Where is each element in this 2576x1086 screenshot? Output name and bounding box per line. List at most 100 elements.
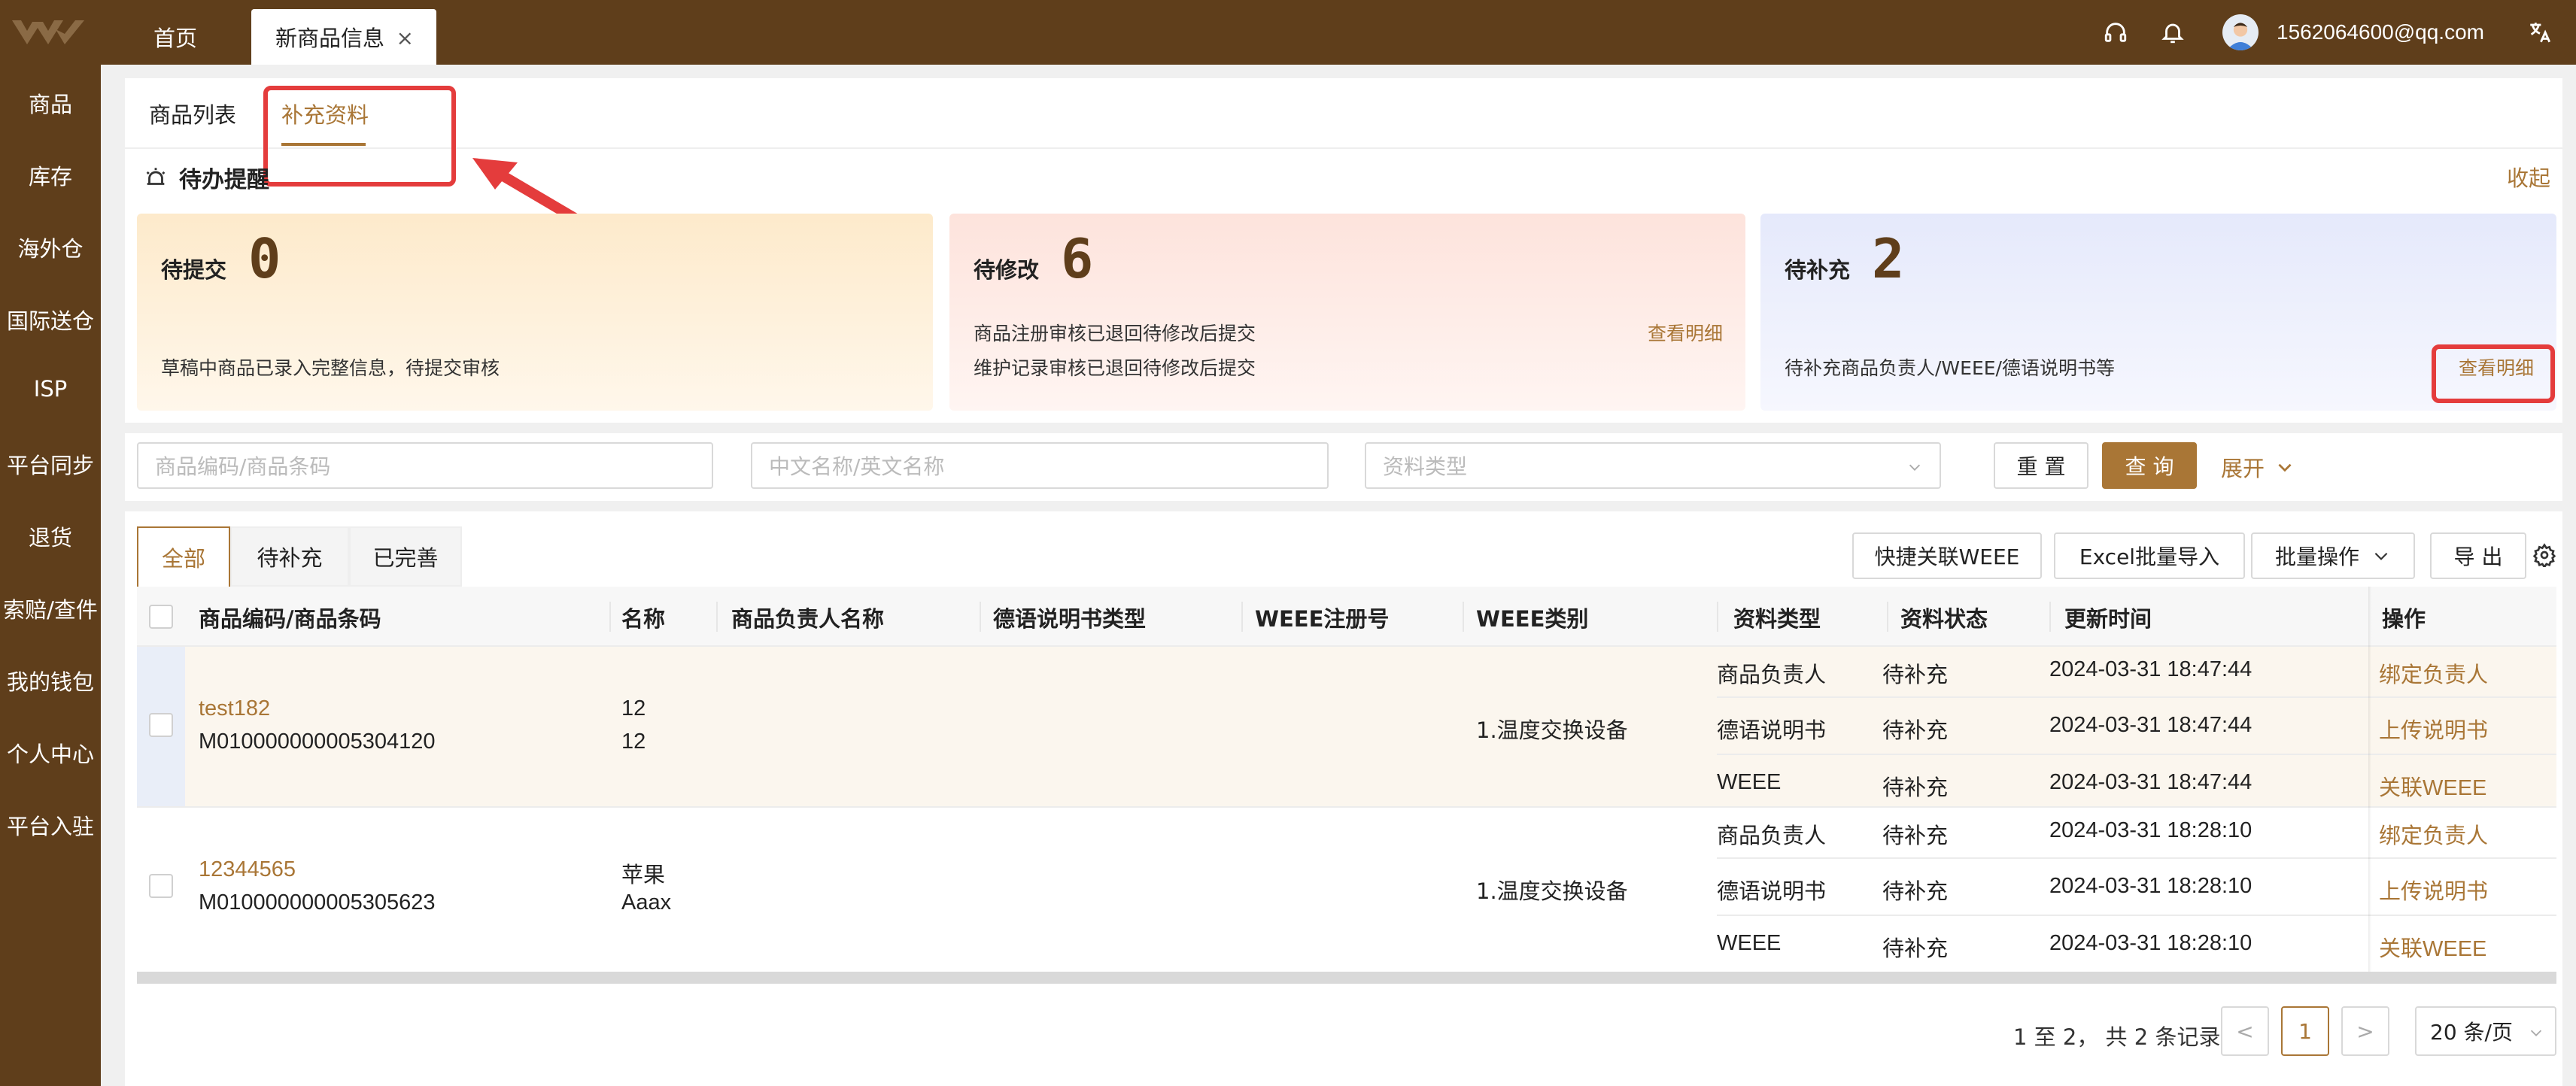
tab-new-product-info[interactable]: 新商品信息 ×: [251, 9, 436, 65]
sidebar-item-platform-sync[interactable]: 平台同步: [0, 448, 101, 480]
collapse-link[interactable]: 收起: [2507, 161, 2550, 193]
row-divider: [137, 645, 2556, 647]
expand-toggle[interactable]: 展开: [2221, 451, 2295, 483]
horizontal-scrollbar[interactable]: [137, 972, 2556, 984]
filter-tab-complete[interactable]: 已完善: [349, 526, 462, 587]
user-email[interactable]: 1562064600@qq.com: [2277, 0, 2484, 65]
pagination-summary: 1 至 2， 共 2 条记录: [2013, 1024, 2221, 1050]
info-status: 待补充: [1882, 717, 1949, 743]
close-icon[interactable]: ×: [396, 26, 414, 50]
tab-home[interactable]: 首页: [153, 9, 197, 65]
product-barcode: M010000000005305623: [199, 890, 436, 915]
quick-link-weee-button[interactable]: 快捷关联WEEE: [1852, 532, 2042, 579]
filter-tab-pending[interactable]: 待补充: [230, 526, 349, 587]
card-count: 2: [1872, 227, 1905, 290]
col-weee-reg: WEEE注册号: [1255, 606, 1390, 632]
tab-label: 新商品信息: [275, 26, 385, 51]
info-status: 待补充: [1882, 823, 1949, 848]
section-gap: [125, 423, 2562, 433]
col-divider: [2049, 602, 2051, 632]
product-code-link[interactable]: 12344565: [199, 857, 296, 882]
sidebar-item-inventory[interactable]: 库存: [0, 159, 101, 191]
bell-icon[interactable]: [2158, 0, 2188, 65]
sidebar-item-platform-onboarding[interactable]: 平台入驻: [0, 809, 101, 841]
info-status: 待补充: [1882, 775, 1949, 800]
logo[interactable]: [0, 0, 101, 65]
placeholder: 中文名称/英文名称: [769, 454, 945, 479]
highlight-box-view-details: [2432, 344, 2555, 403]
sidebar-item-returns[interactable]: 退货: [0, 520, 101, 552]
product-code-link[interactable]: test182: [199, 696, 270, 721]
product-name-cn: 12: [621, 696, 646, 720]
tab-home-label: 首页: [153, 26, 198, 51]
select-all-checkbox[interactable]: [149, 605, 173, 629]
row-checkbox[interactable]: [149, 713, 173, 737]
page-size-select[interactable]: 20 条/页: [2415, 1006, 2556, 1056]
translate-icon[interactable]: [2525, 0, 2555, 65]
product-name-en: Aaax: [621, 890, 672, 915]
product-code-input[interactable]: 商品编码/商品条码: [137, 442, 713, 489]
filter-tab-all[interactable]: 全部: [137, 526, 230, 587]
card-count: 0: [248, 227, 281, 290]
col-update-time: 更新时间: [2064, 606, 2152, 632]
sub-row-divider: [1717, 696, 2556, 698]
info-type-select[interactable]: 资料类型: [1365, 442, 1941, 489]
weee-category: 1.温度交换设备: [1476, 878, 1628, 904]
card-label: 待提交: [161, 257, 227, 283]
section-gap: [125, 501, 2562, 511]
info-type: 德语说明书: [1717, 878, 1827, 904]
prev-page-button[interactable]: <: [2221, 1006, 2269, 1056]
page-1-button[interactable]: 1: [2281, 1006, 2329, 1056]
todo-card-pending-submit[interactable]: 待提交 0 草稿中商品已录入完整信息，待提交审核: [137, 214, 933, 411]
gear-icon[interactable]: [2532, 543, 2556, 567]
sidebar-item-intl-delivery[interactable]: 国际送仓: [0, 304, 101, 335]
highlight-box-subtab: [263, 86, 456, 187]
fixed-column-shadow: [2368, 587, 2371, 978]
weee-category: 1.温度交换设备: [1476, 717, 1628, 743]
sidebar-item-isp[interactable]: ISP: [0, 376, 101, 402]
bind-owner-link[interactable]: 绑定负责人: [2379, 657, 2488, 689]
sidebar-item-profile[interactable]: 个人中心: [0, 737, 101, 769]
card-label: 待补充: [1785, 257, 1851, 283]
row-divider: [137, 806, 2556, 808]
headset-icon[interactable]: [2101, 0, 2131, 65]
subtab-product-list[interactable]: 商品列表: [149, 98, 236, 129]
sidebar-item-wallet[interactable]: 我的钱包: [0, 665, 101, 696]
avatar[interactable]: [2222, 0, 2259, 65]
top-bar: 首页 新商品信息 × 1562064600@qq.com: [0, 0, 2576, 65]
link-weee-link[interactable]: 关联WEEE: [2379, 770, 2486, 802]
next-page-button[interactable]: >: [2341, 1006, 2389, 1056]
info-status: 待补充: [1882, 936, 1949, 961]
col-name: 名称: [621, 606, 666, 632]
col-info-status: 资料状态: [1900, 606, 1988, 632]
bind-owner-link[interactable]: 绑定负责人: [2379, 818, 2488, 850]
info-type: 商品负责人: [1717, 662, 1827, 687]
info-status: 待补充: [1882, 878, 1949, 904]
col-divider: [1717, 602, 1718, 632]
info-type: WEEE: [1717, 770, 1782, 794]
product-name-en: 12: [621, 730, 646, 754]
upload-manual-link[interactable]: 上传说明书: [2379, 713, 2488, 745]
excel-import-button[interactable]: Excel批量导入: [2054, 532, 2245, 579]
view-details-link[interactable]: 查看明细: [1648, 319, 1723, 346]
product-name-input[interactable]: 中文名称/英文名称: [751, 442, 1329, 489]
reset-button[interactable]: 重 置: [1994, 442, 2088, 489]
batch-operation-button[interactable]: 批量操作: [2251, 532, 2415, 579]
update-time: 2024-03-31 18:47:44: [2049, 770, 2252, 794]
todo-card-pending-modify[interactable]: 待修改 6 商品注册审核已退回待修改后提交 维护记录审核已退回待修改后提交 查看…: [949, 214, 1745, 411]
batch-label: 批量操作: [2274, 545, 2359, 569]
info-type: 德语说明书: [1717, 717, 1827, 743]
query-button[interactable]: 查 询: [2102, 442, 2197, 489]
page-size-label: 20 条/页: [2430, 1020, 2513, 1045]
export-button[interactable]: 导 出: [2430, 532, 2526, 579]
link-weee-link[interactable]: 关联WEEE: [2379, 931, 2486, 963]
update-time: 2024-03-31 18:47:44: [2049, 713, 2252, 737]
row-checkbox[interactable]: [149, 874, 173, 898]
info-status: 待补充: [1882, 662, 1949, 687]
col-divider: [1241, 602, 1243, 632]
upload-manual-link[interactable]: 上传说明书: [2379, 874, 2488, 906]
update-time: 2024-03-31 18:28:10: [2049, 818, 2252, 842]
sidebar-item-overseas-warehouse[interactable]: 海外仓: [0, 232, 101, 263]
sidebar-item-product[interactable]: 商品: [0, 87, 101, 119]
sidebar-item-claims[interactable]: 索赔/查件: [0, 593, 101, 624]
